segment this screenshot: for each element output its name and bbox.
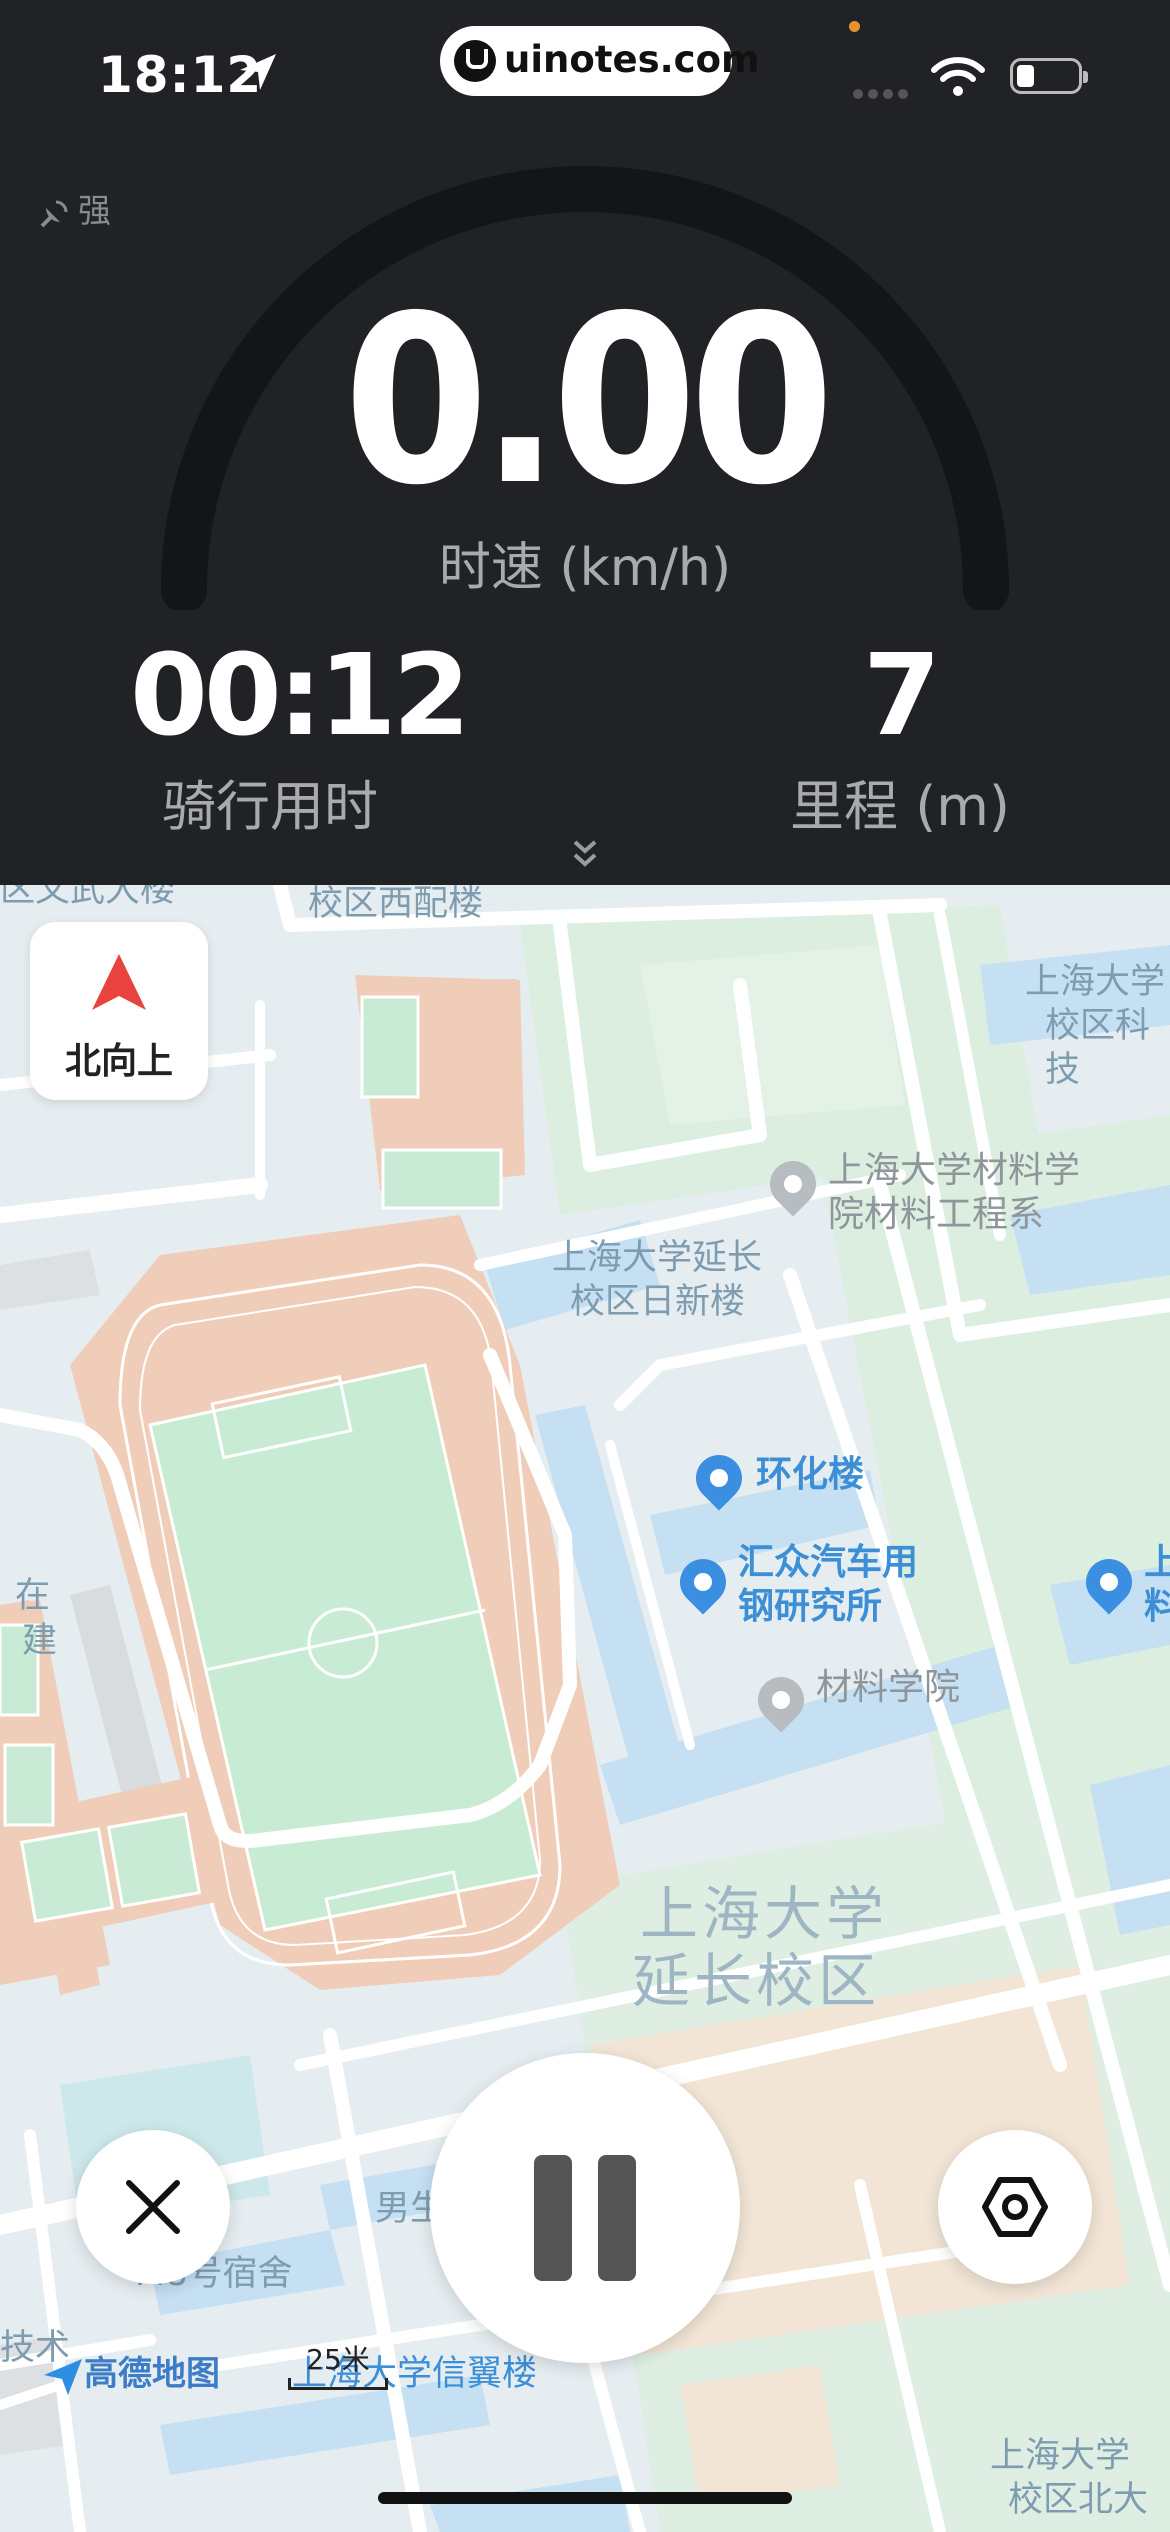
- poi-huizhong-1[interactable]: 汇众汽车用: [738, 1541, 918, 1584]
- gps-strength: 强: [78, 191, 111, 230]
- poi-huizhong-2[interactable]: 钢研究所: [738, 1585, 882, 1628]
- map-label-wuwu: 区文武大楼: [0, 885, 176, 910]
- north-arrow-icon: [92, 954, 146, 1010]
- map-label-north-2: 校区北大: [1008, 2480, 1149, 2520]
- url-text: uinotes.com: [504, 38, 760, 81]
- duration-value: 00:12: [130, 631, 471, 761]
- poi-right-edge-1[interactable]: 上: [1144, 1541, 1170, 1584]
- settings-button[interactable]: [938, 2130, 1092, 2284]
- uinotes-logo-icon: [454, 40, 496, 82]
- map-label-rixin-2: 校区日新楼: [570, 1282, 746, 1322]
- pause-icon: [534, 2155, 636, 2281]
- map-label-tech-1: 上海大学: [1025, 962, 1166, 1002]
- hexagon-settings-icon: [982, 2177, 1048, 2237]
- map-label-tech-2: 校区科技: [1045, 1006, 1151, 1090]
- map-label-rixin-1: 上海大学延长: [552, 1238, 763, 1278]
- map-scale-bar: [288, 2378, 388, 2390]
- pause-button[interactable]: [430, 2053, 740, 2363]
- battery-icon: [1010, 58, 1088, 94]
- close-icon: [126, 2180, 180, 2234]
- map-scale: 25米: [288, 2338, 388, 2390]
- map-label-west-building: 校区西配楼: [308, 885, 484, 924]
- amap-attribution-text: 高德地图: [84, 2354, 220, 2394]
- speed-label: 时速 (km/h): [438, 538, 732, 598]
- poi-materials-engineering-1[interactable]: 上海大学材料学: [828, 1148, 1080, 1193]
- location-arrow-icon: [240, 54, 276, 90]
- speed-value: 0.00: [343, 266, 835, 536]
- wifi-icon: [931, 57, 985, 96]
- poi-materials-college[interactable]: 材料学院: [816, 1665, 960, 1710]
- poi-huanhua[interactable]: 环化楼: [756, 1453, 864, 1496]
- cellular-signal-icon: [853, 84, 913, 103]
- gps-signal: 强: [38, 184, 111, 232]
- url-pill[interactable]: uinotes.com: [440, 26, 760, 96]
- poi-materials-engineering-2[interactable]: 院材料工程系: [828, 1192, 1044, 1237]
- amap-attribution: 高德地图: [42, 2346, 220, 2397]
- map-label-campus-2: 延长校区: [632, 1947, 881, 2015]
- home-indicator[interactable]: [378, 2492, 792, 2504]
- map-label-zai: 在: [15, 1576, 51, 1616]
- map-scale-label: 25米: [306, 2343, 370, 2376]
- collapse-chevron-icon[interactable]: [567, 838, 603, 870]
- north-up-button[interactable]: 北向上: [30, 922, 208, 1100]
- north-up-label: 北向上: [64, 1041, 173, 1082]
- stop-ride-button[interactable]: [76, 2130, 230, 2284]
- duration-label: 骑行用时: [162, 775, 378, 838]
- amap-logo-icon: [44, 2358, 82, 2395]
- distance-label: 里程 (m): [790, 775, 1010, 838]
- privacy-indicator-dot: [849, 21, 860, 32]
- satellite-icon: [40, 200, 68, 227]
- map-label-campus-1: 上海大学: [640, 1880, 889, 1948]
- map-label-north-1: 上海大学: [990, 2436, 1131, 2476]
- ride-dashboard: 18:12 uinotes.com 强 0.00 时速 (km/h) 00:12…: [0, 0, 1170, 885]
- distance-value: 7: [863, 631, 941, 761]
- poi-right-edge-2[interactable]: 料: [1144, 1585, 1170, 1628]
- map-label-jian: 建: [22, 1621, 58, 1661]
